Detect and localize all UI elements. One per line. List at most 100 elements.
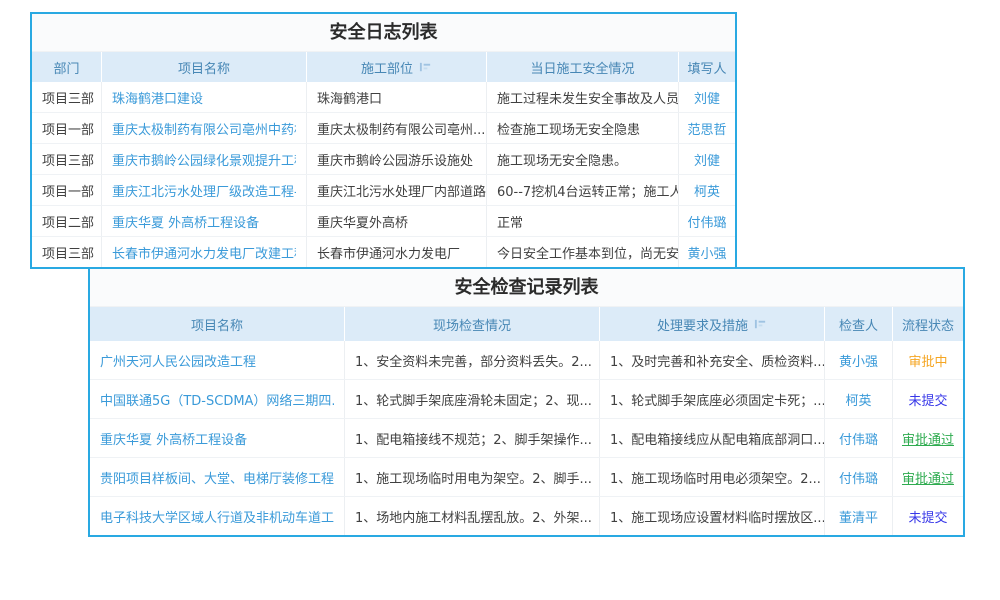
inspector-link[interactable]: 董清平 [839, 507, 878, 526]
writer-cell: 范思哲 [679, 113, 735, 143]
measures-cell: 1、配电箱接线应从配电箱底部洞口... [600, 419, 825, 457]
measures-cell: 1、及时完善和补充安全、质检资料... [600, 341, 825, 379]
inspector-cell: 董清平 [825, 497, 893, 535]
status-badge[interactable]: 未提交 [908, 507, 947, 526]
safety-log-body: 项目三部 珠海鹤港口建设 珠海鹤港口 施工过程未发生安全事故及人员受伤情况 刘健… [32, 82, 735, 267]
status-cell: 审批通过 [893, 458, 963, 496]
table-row: 重庆华夏 外高桥工程设备 1、配电箱接线不规范；2、脚手架操作... 1、配电箱… [90, 418, 963, 457]
situation-cell: 施工现场无安全隐患。 [487, 144, 679, 174]
project-link[interactable]: 珠海鹤港口建设 [112, 88, 203, 107]
project-link[interactable]: 中国联通5G（TD-SCDMA）网络三期四... [100, 390, 334, 409]
insp-col-inspection: 现场检查情况 [345, 307, 600, 341]
project-link[interactable]: 重庆太极制药有限公司亳州中药材仓... [112, 119, 296, 138]
measures-cell: 1、施工现场临时用电必须架空。2... [600, 458, 825, 496]
inspection-cell: 1、场地内施工材料乱摆乱放。2、外架... [345, 497, 600, 535]
status-cell: 审批中 [893, 341, 963, 379]
project-link[interactable]: 电子科技大学区域人行道及非机动车道工... [100, 507, 334, 526]
location-cell: 重庆市鹅岭公园游乐设施处 [307, 144, 487, 174]
status-badge[interactable]: 审批通过 [902, 468, 954, 487]
project-cell: 广州天河人民公园改造工程 [90, 341, 345, 379]
safety-log-table: 安全日志列表 部门 项目名称 施工部位 当日施工安全情况 填写人 项目三部 珠海… [30, 12, 737, 269]
writer-link[interactable]: 刘健 [694, 150, 720, 169]
inspector-link[interactable]: 付伟璐 [839, 429, 878, 448]
situation-cell: 检查施工现场无安全隐患 [487, 113, 679, 143]
situation-cell: 60--7挖机4台运转正常；施工人员无违... [487, 175, 679, 205]
project-cell: 电子科技大学区域人行道及非机动车道工... [90, 497, 345, 535]
table-row: 项目三部 长春市伊通河水力发电厂改建工程 长春市伊通河水力发电厂 今日安全工作基… [32, 236, 735, 267]
project-cell: 重庆江北污水处理厂级改造工程-道路... [102, 175, 307, 205]
writer-link[interactable]: 柯英 [694, 181, 720, 200]
measures-cell: 1、施工现场应设置材料临时摆放区... [600, 497, 825, 535]
status-badge[interactable]: 审批中 [908, 351, 947, 370]
project-cell: 珠海鹤港口建设 [102, 82, 307, 112]
project-cell: 重庆市鹅岭公园绿化景观提升工程施工 [102, 144, 307, 174]
writer-cell: 黄小强 [679, 237, 735, 267]
project-cell: 中国联通5G（TD-SCDMA）网络三期四... [90, 380, 345, 418]
project-cell: 重庆太极制药有限公司亳州中药材仓... [102, 113, 307, 143]
table-row: 项目二部 重庆华夏 外高桥工程设备 重庆华夏外高桥 正常 付伟璐 [32, 205, 735, 236]
writer-link[interactable]: 黄小强 [687, 243, 726, 262]
situation-cell: 施工过程未发生安全事故及人员受伤情况 [487, 82, 679, 112]
writer-link[interactable]: 刘健 [694, 88, 720, 107]
inspection-cell: 1、配电箱接线不规范；2、脚手架操作... [345, 419, 600, 457]
log-col-dept: 部门 [32, 52, 102, 82]
dept-cell: 项目一部 [32, 175, 102, 205]
table-row: 项目三部 重庆市鹅岭公园绿化景观提升工程施工 重庆市鹅岭公园游乐设施处 施工现场… [32, 143, 735, 174]
log-col-situation: 当日施工安全情况 [487, 52, 679, 82]
sort-bars-icon[interactable] [419, 61, 432, 74]
dept-cell: 项目二部 [32, 206, 102, 236]
writer-link[interactable]: 范思哲 [687, 119, 726, 138]
inspection-cell: 1、施工现场临时用电为架空。2、脚手... [345, 458, 600, 496]
log-col-location[interactable]: 施工部位 [307, 52, 487, 82]
location-cell: 重庆太极制药有限公司亳州... [307, 113, 487, 143]
location-cell: 长春市伊通河水力发电厂 [307, 237, 487, 267]
location-cell: 珠海鹤港口 [307, 82, 487, 112]
safety-log-header-row: 部门 项目名称 施工部位 当日施工安全情况 填写人 [32, 52, 735, 82]
inspection-record-table: 安全检查记录列表 项目名称 现场检查情况 处理要求及措施 检查人 流程状态 广州… [88, 267, 965, 537]
status-cell: 未提交 [893, 497, 963, 535]
table-row: 广州天河人民公园改造工程 1、安全资料未完善，部分资料丢失。2... 1、及时完… [90, 341, 963, 379]
project-cell: 重庆华夏 外高桥工程设备 [90, 419, 345, 457]
status-badge[interactable]: 审批通过 [902, 429, 954, 448]
insp-col-measures-label: 处理要求及措施 [657, 315, 748, 334]
log-col-writer: 填写人 [679, 52, 735, 82]
inspector-cell: 付伟璐 [825, 458, 893, 496]
inspection-cell: 1、轮式脚手架底座滑轮未固定；2、现... [345, 380, 600, 418]
inspector-cell: 黄小强 [825, 341, 893, 379]
dept-cell: 项目一部 [32, 113, 102, 143]
inspector-link[interactable]: 付伟璐 [839, 468, 878, 487]
table-row: 项目三部 珠海鹤港口建设 珠海鹤港口 施工过程未发生安全事故及人员受伤情况 刘健 [32, 82, 735, 112]
table-row: 贵阳项目样板间、大堂、电梯厅装修工程 1、施工现场临时用电为架空。2、脚手...… [90, 457, 963, 496]
project-link[interactable]: 重庆华夏 外高桥工程设备 [112, 212, 259, 231]
situation-cell: 今日安全工作基本到位，尚无安全隐患... [487, 237, 679, 267]
writer-cell: 付伟璐 [679, 206, 735, 236]
writer-cell: 柯英 [679, 175, 735, 205]
writer-cell: 刘健 [679, 144, 735, 174]
inspection-cell: 1、安全资料未完善，部分资料丢失。2... [345, 341, 600, 379]
inspector-cell: 付伟璐 [825, 419, 893, 457]
inspector-link[interactable]: 黄小强 [839, 351, 878, 370]
project-cell: 贵阳项目样板间、大堂、电梯厅装修工程 [90, 458, 345, 496]
project-link[interactable]: 长春市伊通河水力发电厂改建工程 [112, 243, 296, 262]
location-cell: 重庆江北污水处理厂内部道路 [307, 175, 487, 205]
project-cell: 重庆华夏 外高桥工程设备 [102, 206, 307, 236]
table-row: 项目一部 重庆江北污水处理厂级改造工程-道路... 重庆江北污水处理厂内部道路 … [32, 174, 735, 205]
project-link[interactable]: 重庆江北污水处理厂级改造工程-道路... [112, 181, 296, 200]
dept-cell: 项目三部 [32, 144, 102, 174]
writer-link[interactable]: 付伟璐 [687, 212, 726, 231]
status-cell: 审批通过 [893, 419, 963, 457]
inspector-link[interactable]: 柯英 [845, 390, 871, 409]
project-link[interactable]: 重庆市鹅岭公园绿化景观提升工程施工 [112, 150, 296, 169]
status-badge[interactable]: 未提交 [908, 390, 947, 409]
sort-bars-icon[interactable] [754, 318, 767, 331]
measures-cell: 1、轮式脚手架底座必须固定卡死；... [600, 380, 825, 418]
inspection-header-row: 项目名称 现场检查情况 处理要求及措施 检查人 流程状态 [90, 307, 963, 341]
inspection-body: 广州天河人民公园改造工程 1、安全资料未完善，部分资料丢失。2... 1、及时完… [90, 341, 963, 535]
status-cell: 未提交 [893, 380, 963, 418]
inspector-cell: 柯英 [825, 380, 893, 418]
project-link[interactable]: 贵阳项目样板间、大堂、电梯厅装修工程 [100, 468, 334, 487]
insp-col-inspector: 检查人 [825, 307, 893, 341]
insp-col-measures[interactable]: 处理要求及措施 [600, 307, 825, 341]
project-link[interactable]: 广州天河人民公园改造工程 [100, 351, 256, 370]
project-link[interactable]: 重庆华夏 外高桥工程设备 [100, 429, 247, 448]
